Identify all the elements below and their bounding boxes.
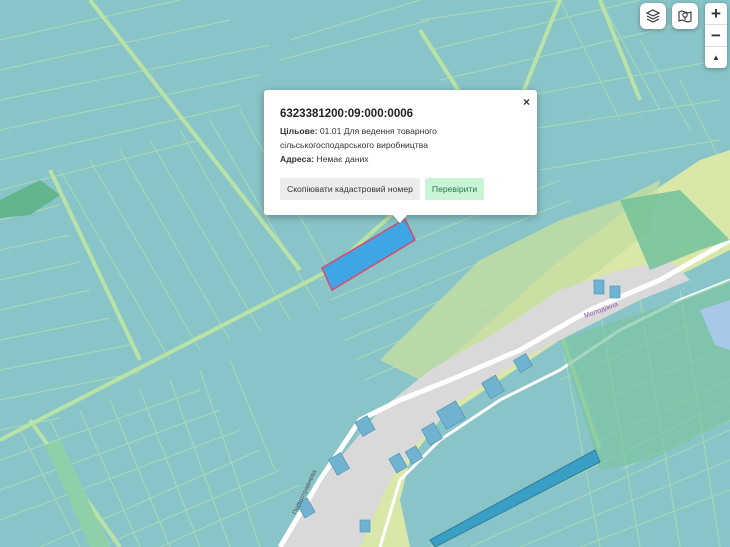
cadastral-map[interactable]: Молодіжна Першотравнева [0, 0, 730, 547]
address-label: Адреса: [280, 154, 315, 164]
copy-cadastral-number-button[interactable]: Скопіювати кадастровий номер [280, 178, 420, 200]
address-value: Немає даних [316, 154, 369, 164]
parcel-info-popup: × 6323381200:09:000:0006 Цільове: 01.01 … [264, 90, 537, 215]
map-location-button[interactable] [672, 3, 698, 29]
map-pin-icon [678, 10, 692, 23]
popup-pointer [392, 214, 408, 223]
popup-actions: Скопіювати кадастровий номер Перевірити [280, 178, 527, 200]
layers-icon [645, 9, 661, 23]
zoom-in-button[interactable]: + [705, 3, 727, 25]
purpose-row: Цільове: 01.01 Для ведення товарного сіл… [280, 124, 527, 152]
address-row: Адреса: Немає даних [280, 152, 527, 166]
close-icon[interactable]: × [523, 95, 530, 109]
zoom-controls: + − ▲ [705, 3, 727, 68]
zoom-out-button[interactable]: − [705, 25, 727, 47]
check-button[interactable]: Перевірити [424, 178, 485, 200]
cadastral-number: 6323381200:09:000:0006 [280, 108, 414, 120]
purpose-label: Цільове: [280, 126, 318, 136]
compass-button[interactable]: ▲ [705, 47, 727, 68]
layers-button[interactable] [640, 3, 666, 29]
